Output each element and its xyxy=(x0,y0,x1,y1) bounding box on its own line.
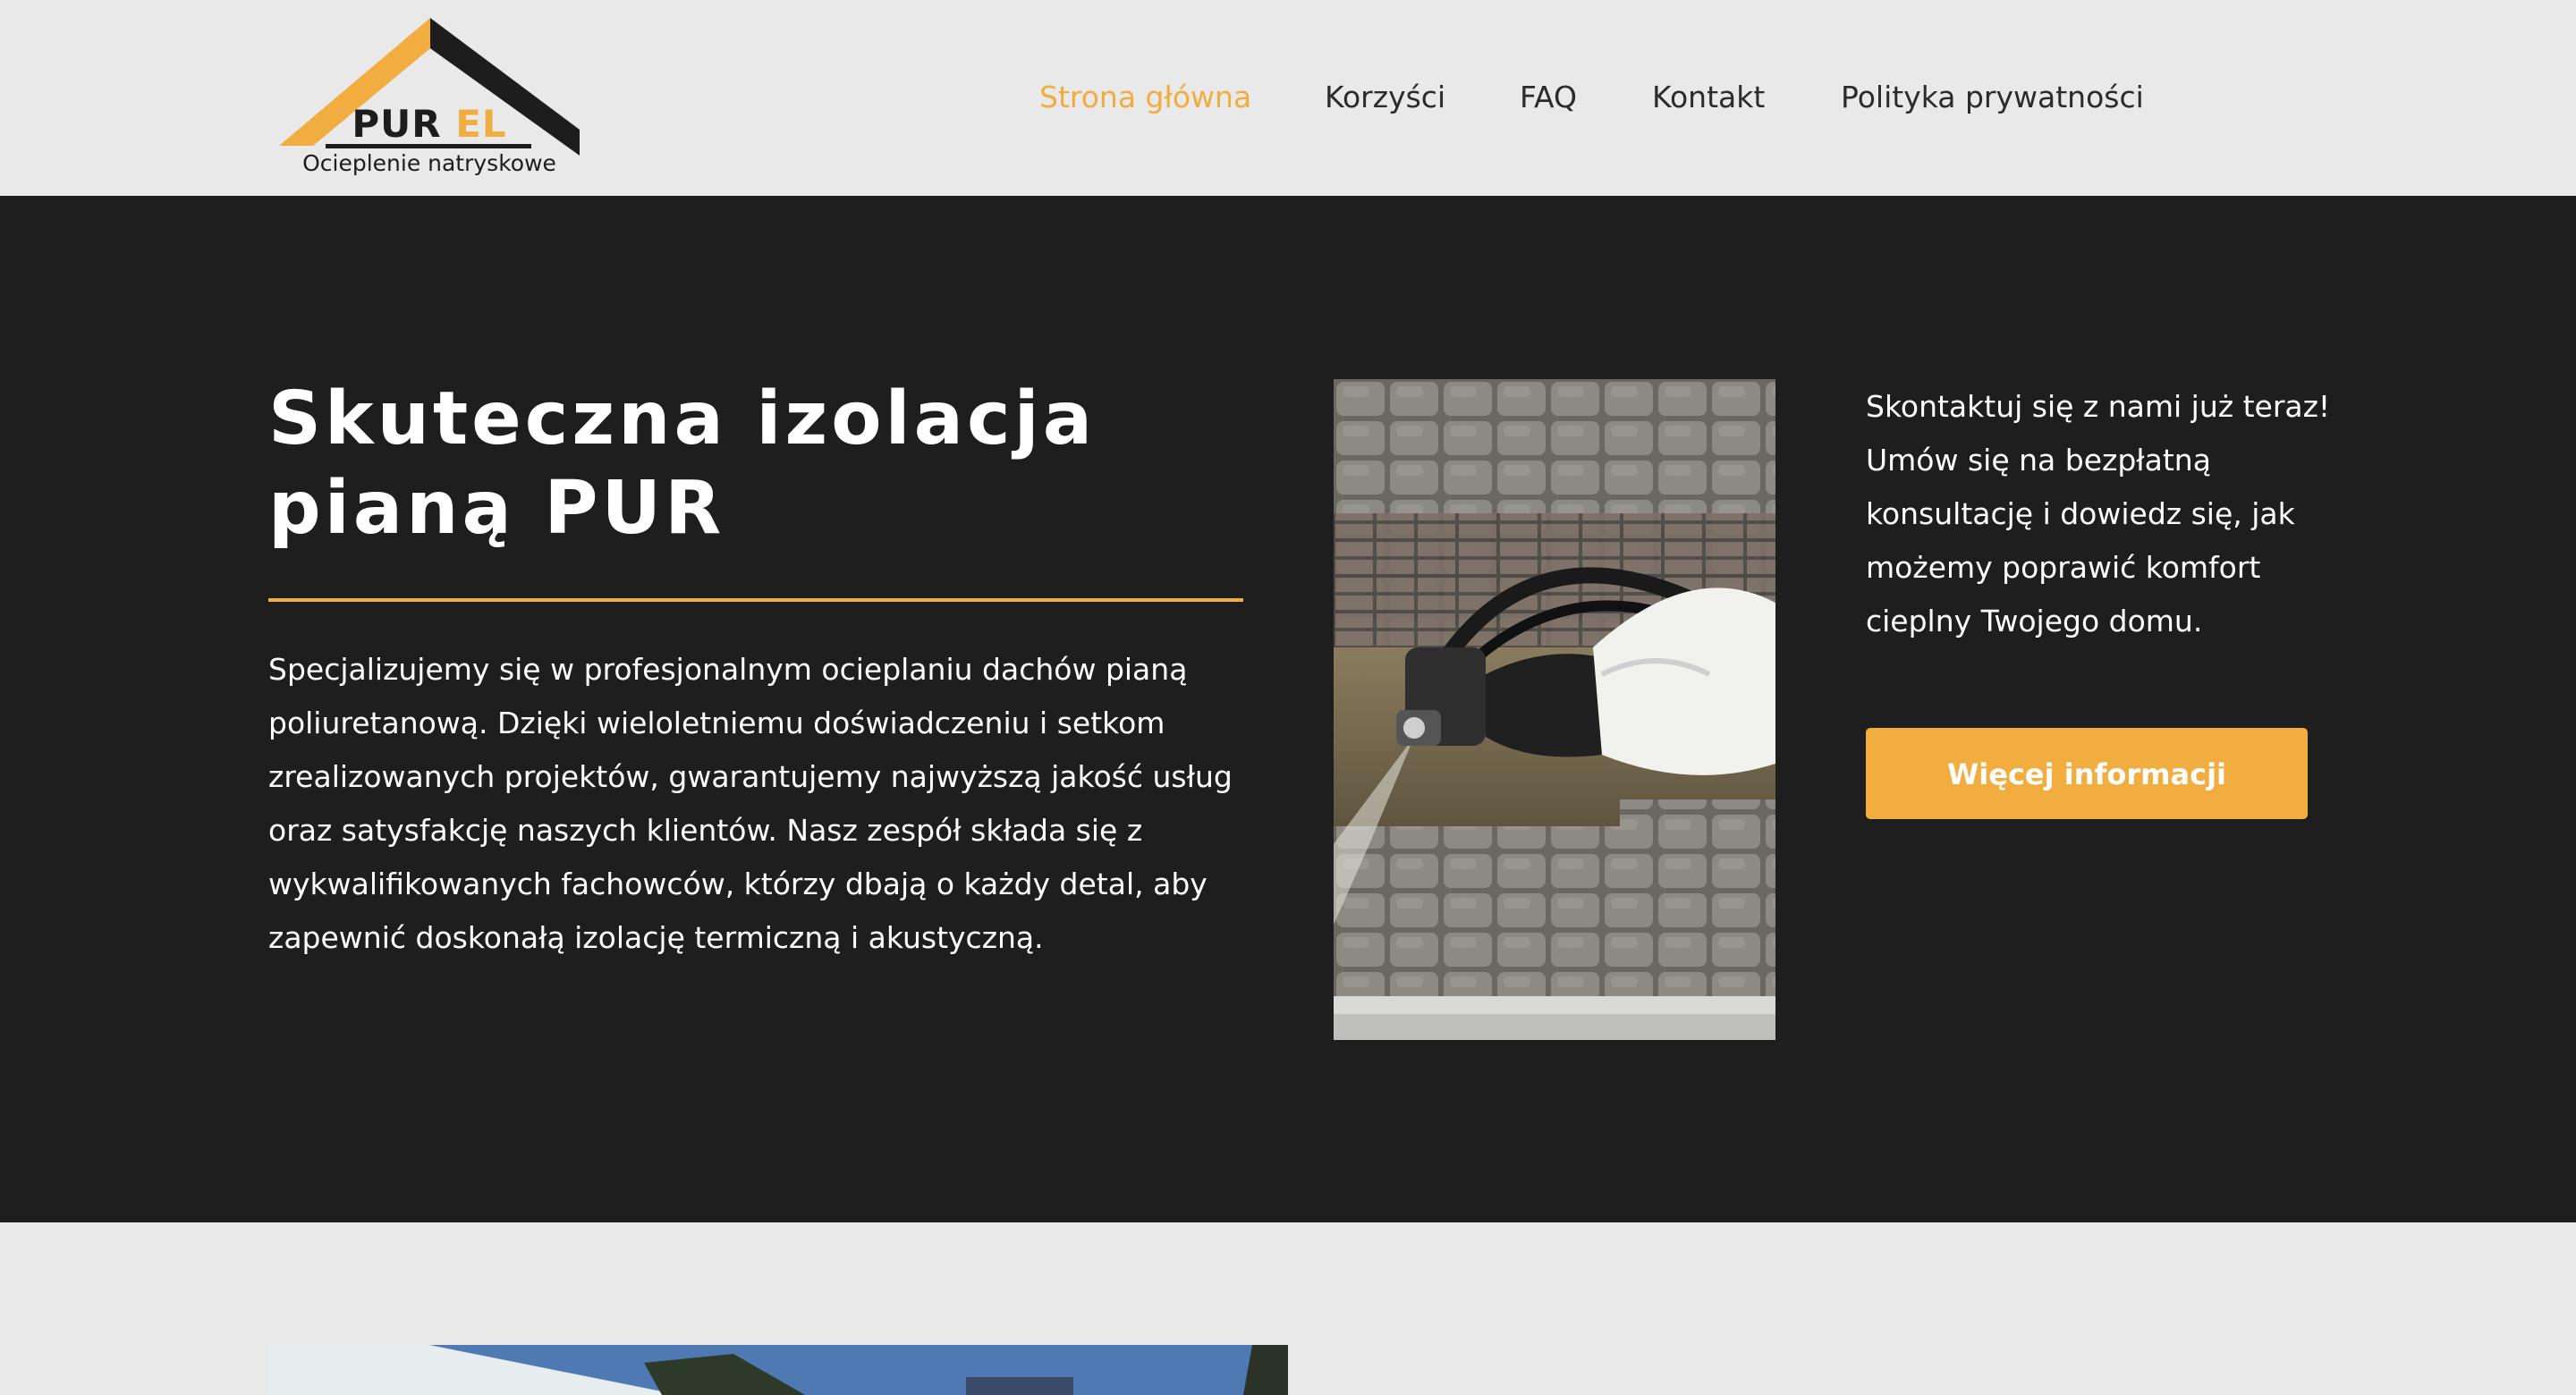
hero-divider xyxy=(268,598,1243,602)
hero-title: Skuteczna izolacja pianą PUR xyxy=(268,376,1097,551)
spray-foam-photo xyxy=(1334,379,1775,1040)
house-photo xyxy=(268,1345,1288,1395)
nav-item-contact[interactable]: Kontakt xyxy=(1652,73,1765,122)
hero-description: Specjalizujemy się w profesjonalnym ocie… xyxy=(268,652,1233,955)
spray-foam-image xyxy=(1334,379,1775,1040)
site-header: PUR EL Ocieplenie natryskowe Strona głów… xyxy=(0,0,2576,196)
more-info-button[interactable]: Więcej informacji xyxy=(1866,728,2308,819)
hero-section: Skuteczna izolacja pianą PUR Specjalizuj… xyxy=(0,196,2576,1222)
nav-item-privacy-policy[interactable]: Polityka prywatności xyxy=(1841,73,2144,122)
nav-item-faq[interactable]: FAQ xyxy=(1520,73,1577,122)
nav-item-benefits[interactable]: Korzyści xyxy=(1325,73,1445,122)
next-section xyxy=(0,1222,2576,1395)
main-nav: Strona główna Korzyści FAQ Kontakt Polit… xyxy=(0,73,2576,122)
nav-item-home[interactable]: Strona główna xyxy=(1039,73,1251,122)
contact-prompt-text: Skontaktuj się z nami już teraz! Umów si… xyxy=(1866,389,2331,638)
house-image xyxy=(268,1345,1288,1395)
logo-tagline: Ocieplenie natryskowe xyxy=(302,150,556,176)
